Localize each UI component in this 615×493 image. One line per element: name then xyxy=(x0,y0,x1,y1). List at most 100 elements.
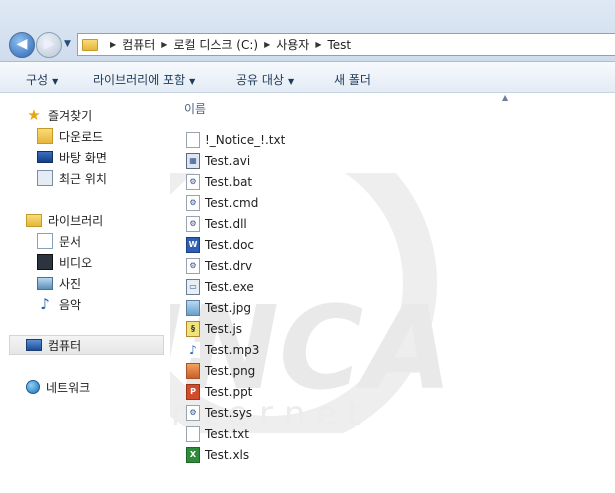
nav-libraries[interactable]: 라이브러리 xyxy=(26,210,103,230)
music-note-icon: ♪ xyxy=(40,295,50,313)
file-name: Test.cmd xyxy=(205,195,259,210)
share-with-button[interactable]: 공유 대상 ▼ xyxy=(236,71,294,88)
nav-computer[interactable]: 컴퓨터 xyxy=(9,335,164,355)
file-name: Test.ppt xyxy=(205,384,253,399)
js-file-icon: § xyxy=(186,320,200,337)
file-name: Test.bat xyxy=(205,174,253,189)
txt-file-icon xyxy=(186,425,200,442)
file-row[interactable]: ⚙ Test.dll xyxy=(186,213,285,234)
address-path[interactable]: ▶ 컴퓨터 ▶ 로컬 디스크 (C:) ▶ 사용자 ▶ Test xyxy=(77,33,615,56)
nav-desktop-label: 바탕 화면 xyxy=(59,150,107,165)
breadcrumb-local-disk[interactable]: 로컬 디스크 (C:) xyxy=(173,36,258,53)
file-name: Test.avi xyxy=(205,153,251,168)
file-list-pane: INCA I n t e r n e t 이름 ▲ !_Notice_!.txt… xyxy=(170,93,615,493)
file-row[interactable]: P Test.ppt xyxy=(186,381,285,402)
nav-videos[interactable]: 비디오 xyxy=(37,252,92,272)
file-name: Test.doc xyxy=(205,237,255,252)
file-row[interactable]: Test.txt xyxy=(186,423,285,444)
file-row[interactable]: § Test.js xyxy=(186,318,285,339)
nav-favorites[interactable]: ★ 즐겨찾기 xyxy=(26,105,92,125)
file-row[interactable]: Test.jpg xyxy=(186,297,285,318)
bat-file-icon: ⚙ xyxy=(186,173,200,190)
file-row[interactable]: ⚙ Test.sys xyxy=(186,402,285,423)
navigation-pane: ★ 즐겨찾기 다운로드 바탕 화면 최근 위치 라이브러리 문서 비디오 사진 … xyxy=(0,93,170,493)
forward-button[interactable]: ▶ xyxy=(36,32,62,58)
nav-desktop[interactable]: 바탕 화면 xyxy=(37,147,107,167)
file-name: Test.xls xyxy=(205,447,250,462)
chevron-right-icon[interactable]: ▶ xyxy=(161,40,167,49)
nav-pictures-label: 사진 xyxy=(59,276,82,291)
nav-music-label: 음악 xyxy=(59,297,82,312)
nav-network-label: 네트워크 xyxy=(46,380,91,395)
chevron-right-icon[interactable]: ▶ xyxy=(110,40,116,49)
mp3-file-icon: ♪ xyxy=(186,341,200,358)
command-bar: 구성 ▼ 라이브러리에 포함 ▼ 공유 대상 ▼ 새 폴더 xyxy=(0,62,615,93)
jpg-file-icon xyxy=(186,299,200,316)
file-name: Test.txt xyxy=(205,426,249,441)
forward-arrow-icon: ▶ xyxy=(43,36,55,52)
nav-documents-label: 문서 xyxy=(59,234,82,249)
chevron-right-icon[interactable]: ▶ xyxy=(315,40,321,49)
computer-icon xyxy=(26,339,42,351)
chevron-down-icon: ▼ xyxy=(52,77,59,86)
ppt-file-icon: P xyxy=(186,383,200,400)
file-row[interactable]: ⚙ Test.drv xyxy=(186,255,285,276)
file-row[interactable]: ♪ Test.mp3 xyxy=(186,339,285,360)
back-arrow-icon: ◀ xyxy=(16,36,28,52)
nav-downloads[interactable]: 다운로드 xyxy=(37,126,103,146)
doc-file-icon: W xyxy=(186,236,200,253)
file-row[interactable]: ⚙ Test.cmd xyxy=(186,192,285,213)
include-in-library-button[interactable]: 라이브러리에 포함 ▼ xyxy=(93,71,195,88)
organize-label: 구성 xyxy=(26,73,49,87)
png-file-icon xyxy=(186,362,200,379)
address-bar-area: ◀ ▶ ▼ ▶ 컴퓨터 ▶ 로컬 디스크 (C:) ▶ 사용자 ▶ Test xyxy=(0,0,615,62)
column-header-name[interactable]: 이름 xyxy=(184,100,206,117)
back-button[interactable]: ◀ xyxy=(9,32,35,58)
documents-icon xyxy=(37,233,53,249)
file-name: Test.js xyxy=(205,321,243,336)
nav-downloads-label: 다운로드 xyxy=(59,129,104,144)
recent-pages-dropdown[interactable]: ▼ xyxy=(64,39,71,49)
cmd-file-icon: ⚙ xyxy=(186,194,200,211)
new-folder-button[interactable]: 새 폴더 xyxy=(334,71,371,88)
file-row[interactable]: ▦ Test.avi xyxy=(186,150,285,171)
nav-pictures[interactable]: 사진 xyxy=(37,273,81,293)
file-name: Test.png xyxy=(205,363,256,378)
avi-file-icon: ▦ xyxy=(186,152,200,169)
nav-music[interactable]: ♪ 음악 xyxy=(37,294,81,314)
txt-file-icon xyxy=(186,131,200,148)
nav-recent-label: 최근 위치 xyxy=(59,171,107,186)
file-row[interactable]: ▭ Test.exe xyxy=(186,276,285,297)
sys-file-icon: ⚙ xyxy=(186,404,200,421)
nav-documents[interactable]: 문서 xyxy=(37,231,81,251)
breadcrumb-users[interactable]: 사용자 xyxy=(276,36,309,53)
share-with-label: 공유 대상 xyxy=(236,73,284,87)
file-row[interactable]: ⚙ Test.bat xyxy=(186,171,285,192)
nav-computer-label: 컴퓨터 xyxy=(48,338,82,353)
film-icon xyxy=(37,254,53,270)
include-in-library-label: 라이브러리에 포함 xyxy=(93,73,186,87)
nav-network[interactable]: 네트워크 xyxy=(26,377,90,397)
nav-libraries-label: 라이브러리 xyxy=(48,213,104,228)
file-name: Test.sys xyxy=(205,405,253,420)
file-name: Test.dll xyxy=(205,216,247,231)
chevron-right-icon[interactable]: ▶ xyxy=(264,40,270,49)
breadcrumb-computer[interactable]: 컴퓨터 xyxy=(122,36,155,53)
nav-videos-label: 비디오 xyxy=(59,255,93,270)
drv-file-icon: ⚙ xyxy=(186,257,200,274)
downloads-folder-icon xyxy=(37,128,53,144)
file-row[interactable]: !_Notice_!.txt xyxy=(186,129,285,150)
file-name: Test.mp3 xyxy=(205,342,260,357)
file-row[interactable]: W Test.doc xyxy=(186,234,285,255)
folder-icon xyxy=(82,38,98,51)
xls-file-icon: X xyxy=(186,446,200,463)
file-row[interactable]: Test.png xyxy=(186,360,285,381)
recent-places-icon xyxy=(37,170,53,186)
nav-recent[interactable]: 최근 위치 xyxy=(37,168,107,188)
file-name: !_Notice_!.txt xyxy=(205,132,286,147)
file-row[interactable]: X Test.xls xyxy=(186,444,285,465)
file-name: Test.drv xyxy=(205,258,253,273)
breadcrumb-test[interactable]: Test xyxy=(328,38,352,52)
sort-up-icon: ▲ xyxy=(502,93,509,102)
organize-button[interactable]: 구성 ▼ xyxy=(26,71,58,88)
